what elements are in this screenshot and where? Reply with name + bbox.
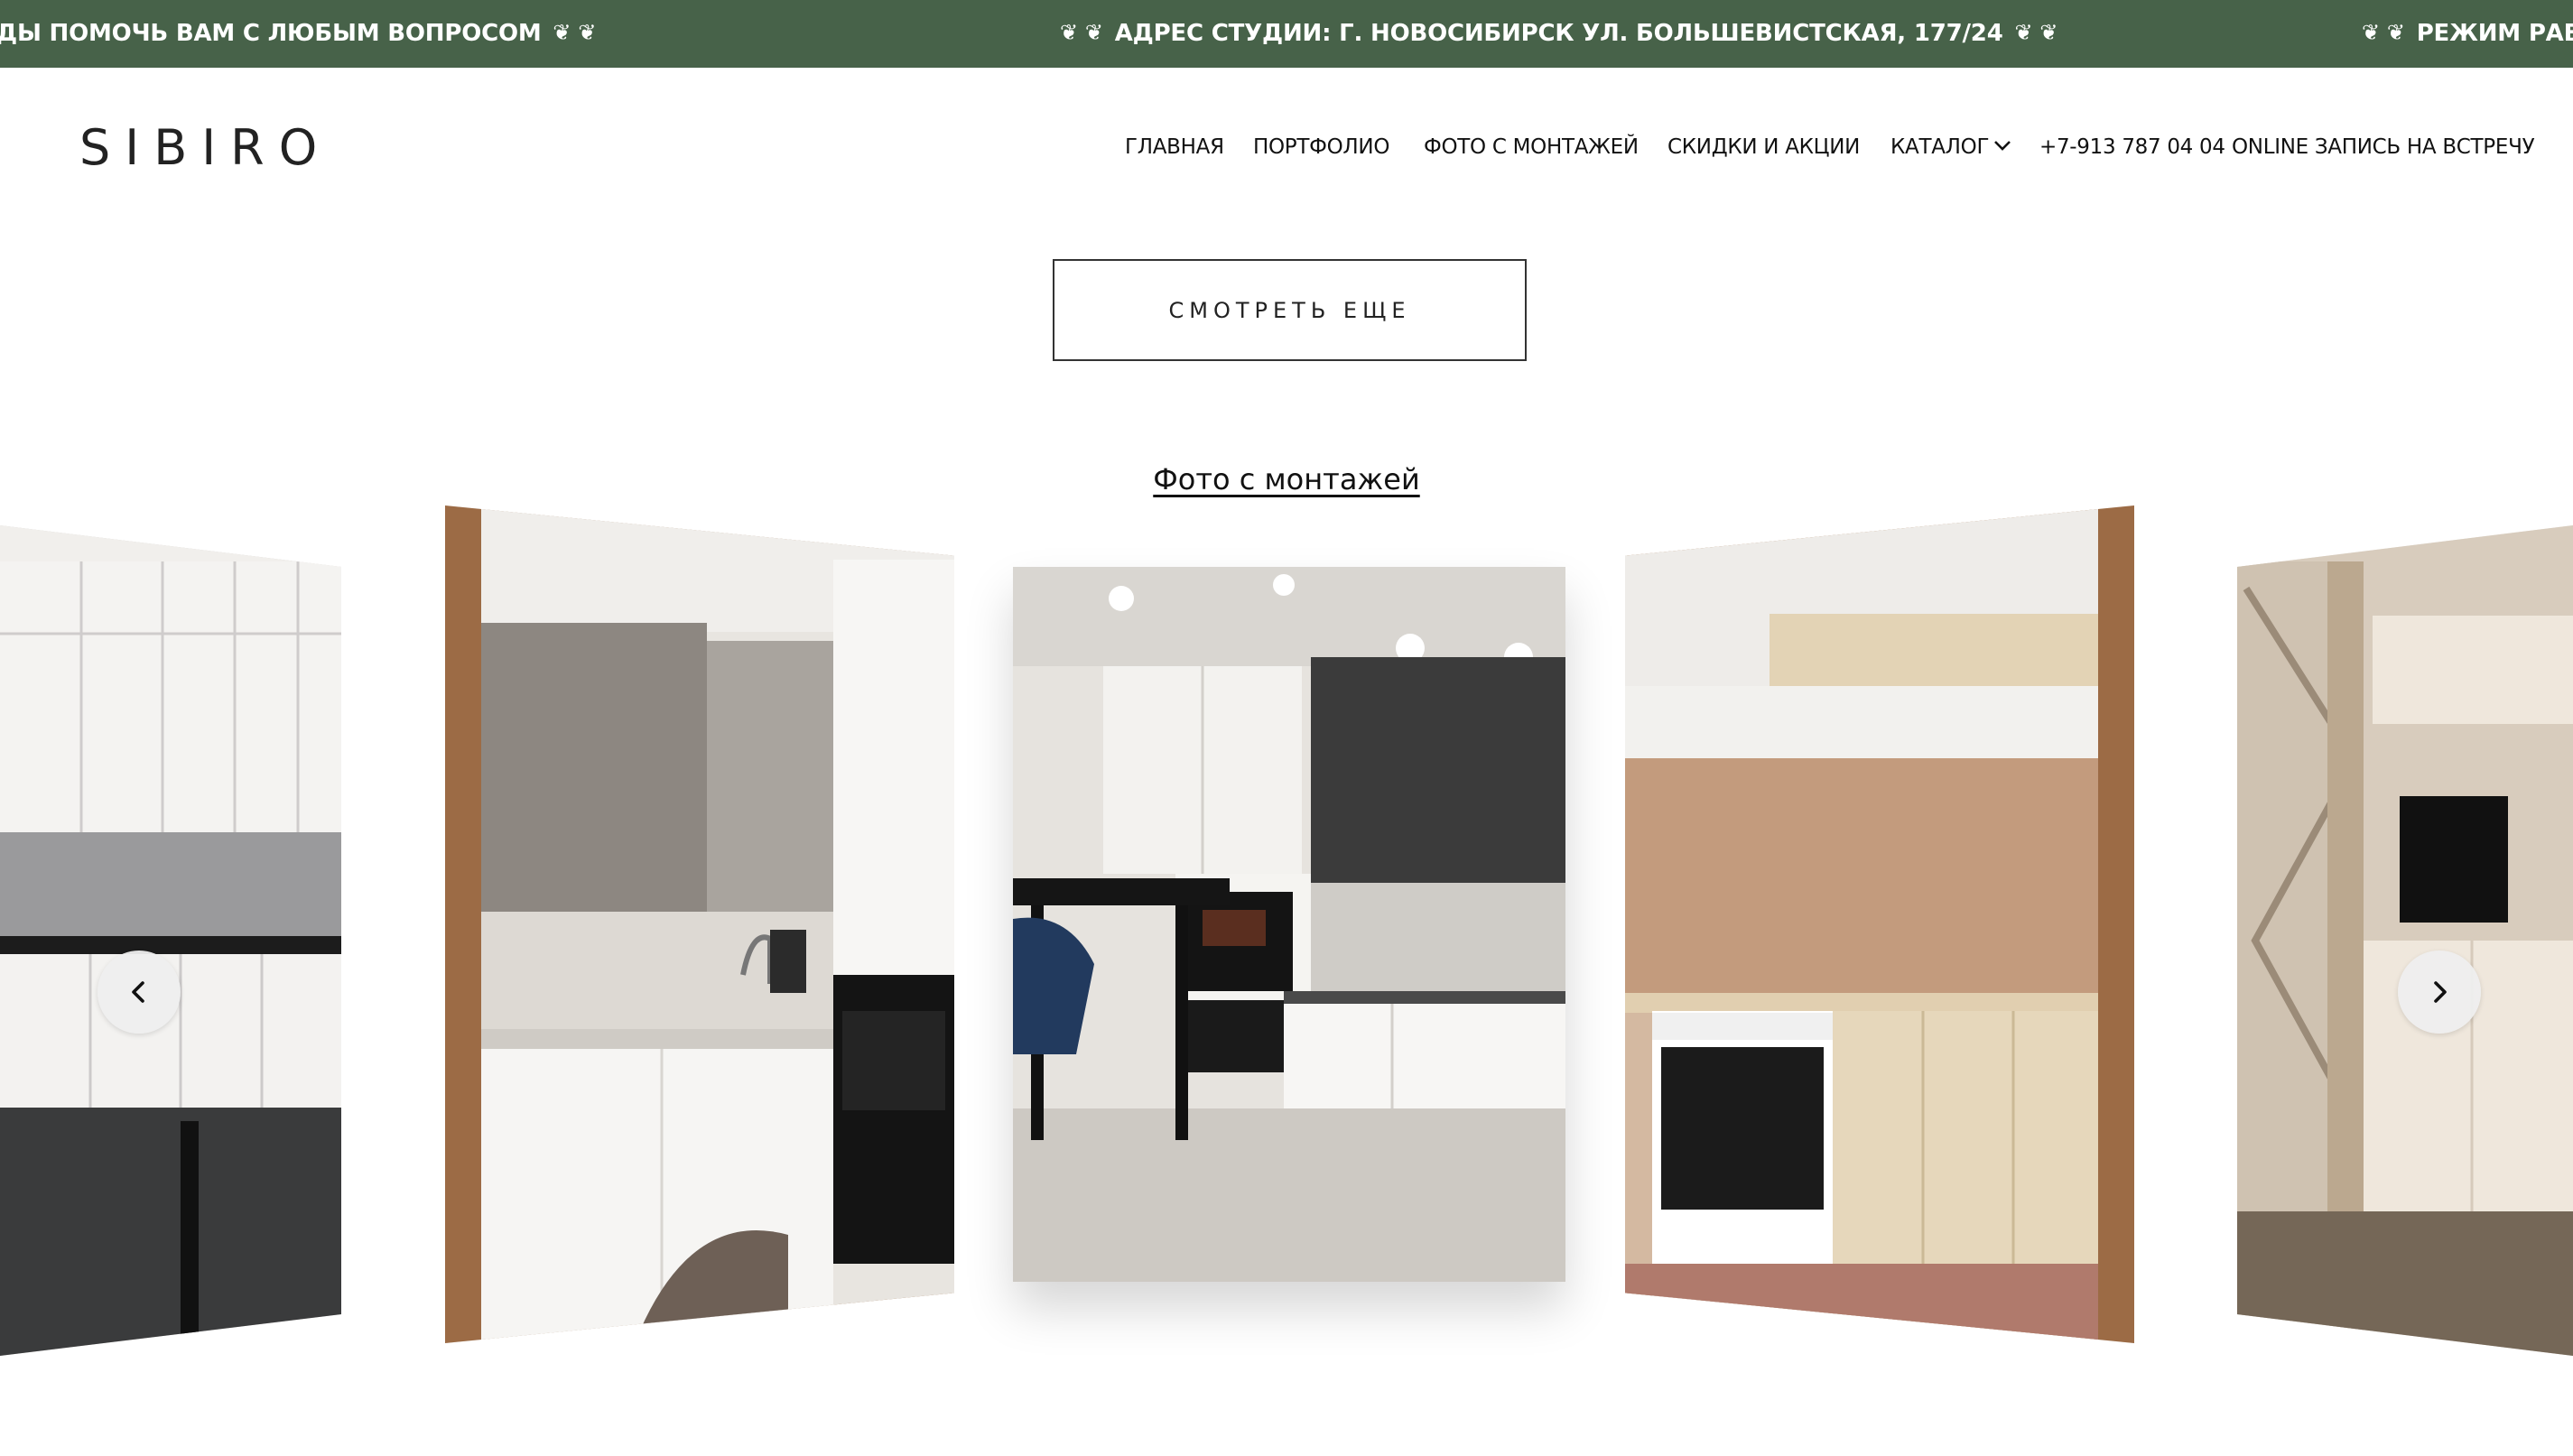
nav-item-phone[interactable]: +7-913 787 04 04: [2039, 135, 2225, 159]
marquee-help-text: ДЫ ПОМОЧЬ ВАМ С ЛЮБЫМ ВОПРОСОМ: [0, 20, 542, 47]
install-photos-carousel: [0, 487, 2573, 1390]
nav-item-install-photos[interactable]: ФОТО С МОНТАЖЕЙ: [1424, 135, 1639, 159]
nav-item-catalog-label: КАТАЛОГ: [1890, 135, 1990, 159]
nav-item-catalog[interactable]: КАТАЛОГ: [1890, 135, 2012, 159]
nav-item-discounts[interactable]: СКИДКИ И АКЦИИ: [1667, 135, 1860, 159]
chevron-right-icon: [2434, 981, 2447, 1003]
show-more-button[interactable]: СМОТРЕТЬ ЕЩЕ: [1053, 259, 1527, 361]
announcement-marquee: ДЫ ПОМОЧЬ ВАМ С ЛЮБЫМ ВОПРОСОМ ❦ ❦ ❦ ❦ АДР…: [0, 0, 2573, 68]
white-kitchen-photo: [0, 525, 341, 1356]
leaf-icon: ❦: [2014, 20, 2033, 45]
nav-item-portfolio[interactable]: ПОРТФОЛИО: [1253, 135, 1389, 159]
beige-kitchen-photo: [1625, 505, 2134, 1343]
dark-accent-kitchen-photo: [1013, 567, 1565, 1282]
carousel-next-button[interactable]: [2398, 951, 2481, 1034]
glossy-kitchen-slide[interactable]: [445, 505, 954, 1343]
carousel-prev-button[interactable]: [98, 951, 181, 1034]
beige-kitchen-slide[interactable]: [1625, 505, 2134, 1343]
marquee-item-address: ❦ ❦ АДРЕС СТУДИИ: Г. НОВОСИБИРСК УЛ. БОЛЬ…: [1056, 0, 2061, 68]
leaf-icon: ❦: [2386, 20, 2405, 45]
white-kitchen-slide[interactable]: [0, 525, 341, 1356]
marquee-item-hours: ❦❦ РЕЖИМ РАБО: [2358, 0, 2573, 68]
leaf-icon: ❦: [553, 20, 571, 45]
leaf-icon: ❦: [578, 20, 597, 45]
marquee-address-text: АДРЕС СТУДИИ: Г. НОВОСИБИРСК УЛ. БОЛЬШЕВ…: [1114, 20, 2003, 47]
leaf-icon: ❦: [2039, 20, 2058, 45]
wardrobe-living-photo: [2237, 525, 2573, 1356]
nav-item-home[interactable]: ГЛАВНАЯ: [1125, 135, 1224, 159]
chevron-down-icon: [1994, 141, 2011, 151]
chevron-left-icon: [132, 981, 144, 1003]
leaf-icon: ❦: [1060, 20, 1078, 45]
glossy-kitchen-photo: [445, 505, 954, 1343]
marquee-item-help: ДЫ ПОМОЧЬ ВАМ С ЛЮБЫМ ВОПРОСОМ ❦ ❦: [0, 0, 599, 68]
marquee-hours-text: РЕЖИМ РАБО: [2416, 20, 2573, 47]
wardrobe-living-slide[interactable]: [2237, 525, 2573, 1356]
leaf-icon: ❦: [1084, 20, 1103, 45]
nav-item-online-booking[interactable]: ONLINE ЗАПИСЬ НА ВСТРЕЧУ: [2232, 135, 2535, 159]
leaf-icon: ❦: [2362, 20, 2380, 45]
dark-accent-kitchen-slide[interactable]: [1013, 567, 1565, 1282]
main-nav: ГЛАВНАЯ ПОРТФОЛИО ФОТО С МОНТАЖЕЙ СКИДКИ…: [0, 135, 2573, 162]
